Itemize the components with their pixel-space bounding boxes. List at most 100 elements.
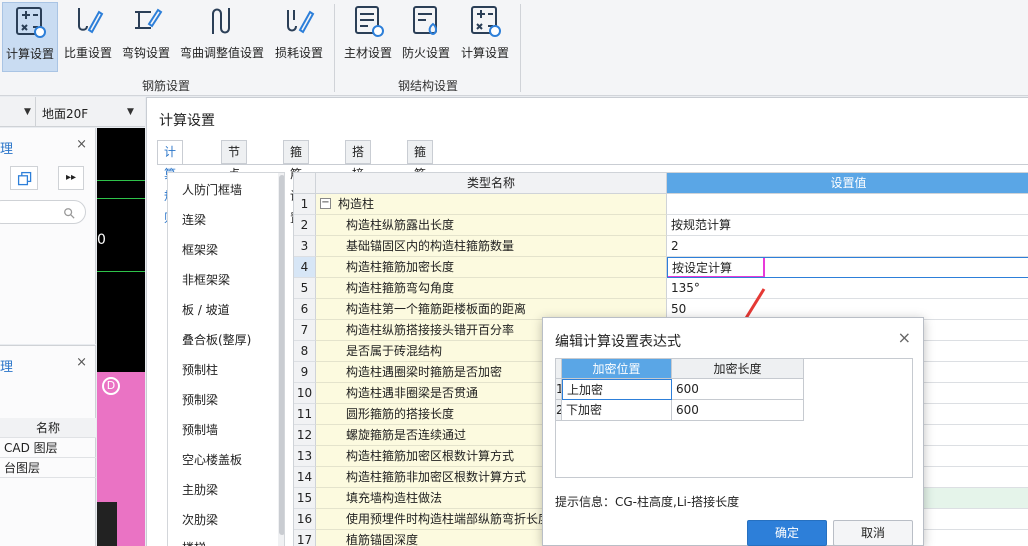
exp-cell-length[interactable]: 600 (672, 379, 804, 400)
category-item[interactable]: 非框架梁 (182, 271, 230, 288)
layer-row[interactable]: CAD 图层 (0, 438, 96, 458)
hook-settings-label: 弯钩设置 (121, 46, 170, 60)
weight-settings-label: 比重设置 (63, 46, 112, 60)
category-item[interactable]: 预制梁 (182, 391, 218, 408)
row-number: 9 (294, 362, 316, 383)
row-number: 5 (294, 278, 316, 299)
exp-cell-position[interactable]: 上加密 (562, 379, 672, 400)
category-item[interactable]: 预制柱 (182, 361, 218, 378)
hook-settings-button[interactable]: 弯钩设置 (120, 2, 172, 72)
category-item[interactable]: 连梁 (182, 211, 206, 228)
grid-header-value: 设置值 (667, 173, 1028, 194)
category-item[interactable]: 预制墙 (182, 421, 218, 438)
close-icon[interactable]: × (76, 355, 87, 370)
category-item[interactable]: 叠合板(整厚) (182, 331, 251, 348)
row-value-editing[interactable]: 按设定计算 (667, 257, 1028, 278)
highlight-box (668, 258, 765, 277)
floor-select[interactable]: 地面20F (42, 105, 88, 122)
ok-button[interactable]: 确定 (747, 520, 827, 546)
chevron-down-icon[interactable]: ▼ (127, 107, 134, 117)
bend-adjust-button[interactable]: 弯曲调整值设置 (178, 2, 266, 72)
exp-cell-position[interactable]: 下加密 (562, 400, 672, 421)
panel-title-2: 理 (0, 360, 14, 375)
table-row[interactable]: 3 基础锚固区内的构造柱箍筋数量 2 (294, 236, 1028, 257)
row-number: 12 (294, 425, 316, 446)
bend-adjust-label: 弯曲调整值设置 (179, 46, 264, 60)
row-number: 17 (294, 530, 316, 546)
table-row-selected[interactable]: 4 构造柱箍筋加密长度 按设定计算 (294, 257, 1028, 278)
search-icon (64, 208, 75, 219)
exp-cell-length[interactable]: 600 (672, 400, 804, 421)
exp-dialog-title: 编辑计算设置表达式 (555, 334, 681, 350)
main-material-label: 主材设置 (343, 46, 392, 60)
category-item[interactable]: 人防门框墙 (182, 181, 242, 198)
canvas-line (97, 180, 145, 181)
tab-stirrup-settings[interactable]: 箍筋设置 (283, 140, 310, 225)
loss-settings-label: 损耗设置 (274, 46, 323, 60)
row-number: 3 (294, 236, 316, 257)
ribbon-separator-2 (520, 4, 521, 92)
canvas-line (97, 198, 145, 199)
left-panel-layers: 理 × 名称 CAD 图层 台图层 (0, 345, 96, 546)
row-name: 基础锚固区内的构造柱箍筋数量 (316, 236, 667, 257)
category-item[interactable]: 楼梯 (182, 539, 206, 546)
weight-settings-button[interactable]: 比重设置 (62, 2, 114, 72)
canvas-line (97, 271, 145, 272)
close-icon[interactable]: × (76, 137, 87, 152)
fireproof-button[interactable]: 防火设置 (400, 2, 452, 72)
table-row[interactable]: 1 − 构造柱 (294, 194, 1028, 215)
search-input[interactable] (0, 200, 86, 224)
dialog-title: 计算设置 (159, 113, 215, 129)
row-number: 14 (294, 467, 316, 488)
category-item[interactable]: 空心楼盖板 (182, 451, 242, 468)
loss-settings-button[interactable]: 损耗设置 (272, 2, 326, 72)
copy-button[interactable] (10, 166, 38, 190)
row-value[interactable]: 2 (667, 236, 1028, 257)
row-value[interactable] (667, 194, 1028, 215)
grid-header-name: 类型名称 (316, 173, 667, 194)
category-item[interactable]: 次肋梁 (182, 511, 218, 528)
bend-adjust-icon (212, 8, 230, 34)
exp-header-position: 加密位置 (562, 359, 672, 379)
collapse-icon[interactable]: − (320, 198, 331, 209)
close-icon[interactable]: × (898, 328, 911, 347)
category-list: 人防门框墙 连梁 框架梁 非框架梁 板 / 坡道 叠合板(整厚) 预制柱 预制梁… (167, 172, 285, 546)
layer-row[interactable]: 台图层 (0, 458, 96, 478)
main-material-button[interactable]: 主材设置 (342, 2, 394, 72)
left-dropdown[interactable]: ▼ (0, 97, 36, 127)
ribbon-separator (334, 4, 335, 92)
row-name: 构造柱纵筋露出长度 (316, 215, 667, 236)
row-number: 6 (294, 299, 316, 320)
row-value[interactable]: 按规范计算 (667, 215, 1028, 236)
steel-group-label: 钢结构设置 (398, 79, 459, 93)
table-row[interactable]: 2 构造柱纵筋露出长度 按规范计算 (294, 215, 1028, 236)
row-number: 7 (294, 320, 316, 341)
tab-stirrup-formula[interactable]: 箍筋公式 (407, 140, 434, 225)
row-name: 构造柱箍筋弯勾角度 (316, 278, 667, 299)
cancel-button[interactable]: 取消 (833, 520, 913, 546)
drawing-canvas[interactable]: 0 D (97, 128, 145, 546)
category-item[interactable]: 主肋梁 (182, 481, 218, 498)
expand-button[interactable]: ▸▸ (58, 166, 84, 190)
canvas-digit: 0 (97, 232, 106, 248)
category-scrollbar[interactable] (278, 173, 284, 546)
rebar-group-label: 钢筋设置 (142, 79, 191, 93)
row-number: 11 (294, 404, 316, 425)
tab-lap-settings[interactable]: 搭接设置 (345, 140, 372, 225)
row-number: 10 (294, 383, 316, 404)
row-number: 8 (294, 341, 316, 362)
weight-settings-icon (78, 8, 104, 34)
scrollbar-thumb[interactable] (279, 175, 284, 535)
category-item[interactable]: 框架梁 (182, 241, 218, 258)
steel-calc-settings-button[interactable]: 计算设置 (458, 2, 512, 72)
tab-calc-rules[interactable]: 计算规则 (157, 140, 184, 225)
row-number: 16 (294, 509, 316, 530)
tab-node-settings[interactable]: 节点设置 (221, 140, 248, 225)
expression-grid: 加密位置 加密长度 1 上加密 600 2 下加密 600 (555, 358, 913, 478)
category-item[interactable]: 板 / 坡道 (182, 301, 230, 318)
left-panel-top: 理 × ▸▸ (0, 128, 96, 344)
calc-settings-button[interactable]: 计算设置 (2, 2, 58, 72)
table-row[interactable]: 5 构造柱箍筋弯勾角度 135° (294, 278, 1028, 299)
calc-settings-label: 计算设置 (5, 47, 54, 61)
canvas-dark-block (97, 502, 117, 546)
